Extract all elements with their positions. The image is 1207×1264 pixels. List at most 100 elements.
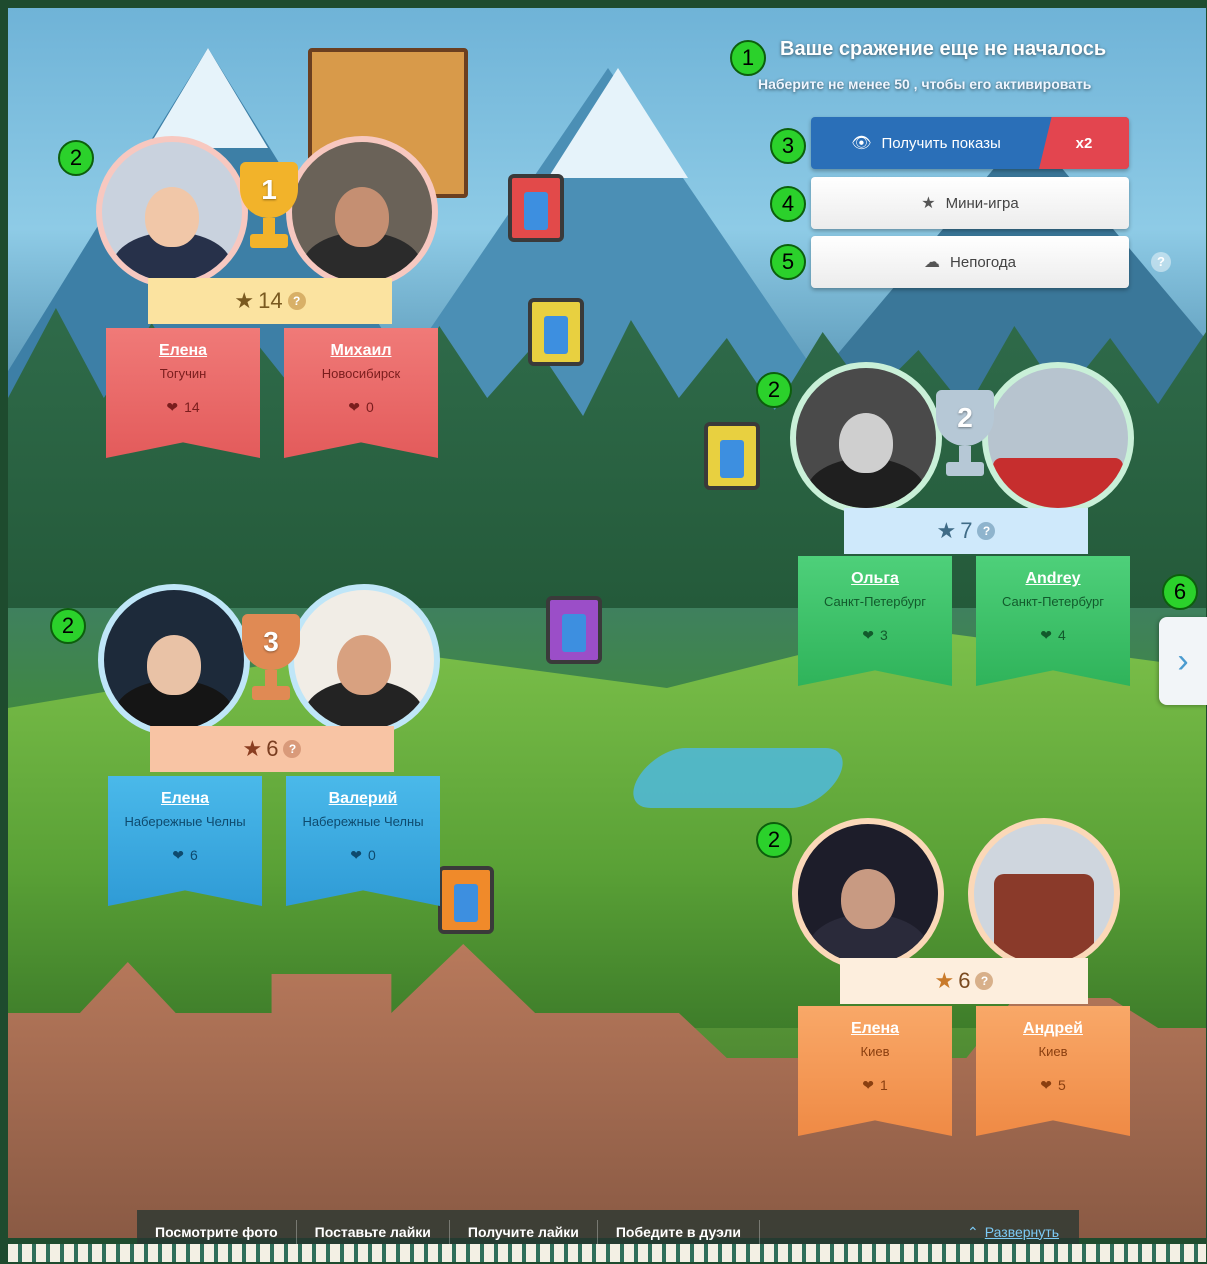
place-number: 1 [240, 162, 298, 218]
help-icon[interactable]: ? [283, 740, 302, 758]
player-city: Киев [860, 1044, 890, 1059]
player-likes: ❤ 4 [976, 627, 1130, 644]
likes-count: 0 [365, 399, 374, 415]
decorative-border [8, 1244, 1206, 1262]
heart-icon: ❤ [1040, 1077, 1052, 1093]
heart-icon: ❤ [172, 847, 184, 863]
cloud-icon: ☁ [924, 254, 941, 271]
place-number: 2 [936, 390, 994, 446]
player-likes: ❤ 5 [976, 1077, 1130, 1094]
star-icon: ★ [242, 736, 263, 761]
trophy-icon: 2 [926, 390, 1004, 480]
player-name-link[interactable]: Елена [798, 1020, 952, 1038]
funicular-car [438, 866, 494, 934]
player-name-link[interactable]: Валерий [286, 790, 440, 808]
player-banner: Елена Тогучин ❤ 14 [106, 328, 260, 458]
player-name-link[interactable]: Andrey [976, 570, 1130, 588]
step-tab[interactable]: Получите лайки [450, 1220, 598, 1244]
player-likes: ❤ 1 [798, 1077, 952, 1094]
player-city: Новосибирск [321, 366, 401, 381]
score-value: 14 [258, 288, 283, 313]
player-name-link[interactable]: Михаил [284, 342, 438, 360]
step-tab[interactable]: Посмотрите фото [137, 1220, 297, 1244]
cable-car-cabin [528, 298, 584, 366]
trophy-icon: 3 [232, 614, 310, 704]
avatar[interactable] [288, 584, 440, 736]
photo-face [337, 634, 391, 695]
player-city: Набережные Челны [302, 814, 424, 829]
avatar[interactable] [790, 362, 942, 514]
duel-card-3: 3 ★ 6 ? Елена Набережные Челны ❤ 6 Валери… [98, 584, 446, 914]
avatar[interactable] [982, 362, 1134, 514]
trophy-base [250, 234, 288, 248]
place-number: 3 [242, 614, 300, 670]
annotation-marker: 2 [58, 140, 94, 176]
photo-face [147, 634, 201, 695]
battle-status-title: Ваше сражение еще не началось [780, 38, 1107, 60]
help-icon[interactable]: ? [975, 972, 994, 990]
photo-face [841, 868, 895, 929]
avatar[interactable] [98, 584, 250, 736]
likes-count: 14 [184, 399, 200, 415]
help-icon[interactable]: ? [977, 522, 996, 540]
player-city: Санкт-Петербург [824, 594, 926, 609]
player-banner: Елена Киев ❤ 1 [798, 1006, 952, 1136]
photo-face [839, 412, 893, 473]
chevron-up-icon: ⌃ [967, 1223, 979, 1240]
annotation-marker: 6 [1162, 574, 1198, 610]
get-views-button[interactable]: 👁 Получить показы x2 [811, 117, 1129, 169]
avatar[interactable] [286, 136, 438, 288]
annotation-marker: 1 [730, 40, 766, 76]
player-likes: ❤ 0 [284, 399, 438, 416]
heart-icon: ❤ [350, 847, 362, 863]
expand-link[interactable]: ⌃ Развернуть [967, 1224, 1059, 1241]
player-banner: Елена Набережные Челны ❤ 6 [108, 776, 262, 906]
help-icon[interactable]: ? [287, 292, 306, 310]
star-icon: ★ [921, 195, 936, 212]
likes-count: 6 [189, 847, 198, 863]
player-banner: Михаил Новосибирск ❤ 0 [284, 328, 438, 458]
avatar[interactable] [96, 136, 248, 288]
chevron-right-icon: › [1177, 641, 1189, 680]
player-name-link[interactable]: Елена [106, 342, 260, 360]
player-likes: ❤ 0 [286, 847, 440, 864]
multiplier-badge: x2 [1039, 117, 1129, 169]
annotation-marker: 3 [770, 128, 806, 164]
heart-icon: ❤ [1040, 627, 1052, 643]
help-icon[interactable]: ? [1151, 252, 1171, 272]
battle-status-subtitle: Наберите не менее 50 , чтобы его активир… [758, 76, 1092, 92]
player-name-link[interactable]: Ольга [798, 570, 952, 588]
cable-car-cabin [704, 422, 760, 490]
player-banner: Валерий Набережные Челны ❤ 0 [286, 776, 440, 906]
duel-card-2: 2 ★ 7 ? Ольга Санкт-Петербург ❤ 3 Andrey … [790, 362, 1140, 692]
player-banner: Андрей Киев ❤ 5 [976, 1006, 1130, 1136]
player-name-link[interactable]: Андрей [976, 1020, 1130, 1038]
photo-cathedral [994, 874, 1094, 964]
heart-icon: ❤ [862, 1077, 874, 1093]
player-banner: Ольга Санкт-Петербург ❤ 3 [798, 556, 952, 686]
star-icon: ★ [234, 288, 255, 313]
player-likes: ❤ 6 [108, 847, 262, 864]
trophy-base [946, 462, 984, 476]
weather-label: Непогода [950, 253, 1016, 271]
player-city: Тогучин [159, 366, 207, 381]
next-page-button[interactable]: › [1159, 617, 1207, 705]
avatar[interactable] [968, 818, 1120, 970]
avatar[interactable] [792, 818, 944, 970]
score-ribbon: ★ 14 ? [148, 278, 392, 324]
star-icon: ★ [936, 518, 957, 543]
likes-count: 5 [1057, 1077, 1066, 1093]
score-ribbon: ★ 6 ? [150, 726, 394, 772]
heart-icon: ❤ [348, 399, 360, 415]
annotation-marker: 2 [756, 372, 792, 408]
cable-car-cabin [508, 174, 564, 242]
step-tab[interactable]: Поставьте лайки [297, 1220, 450, 1244]
get-views-label: Получить показы [881, 134, 1001, 152]
photo-truck [993, 458, 1123, 508]
weather-button[interactable]: ☁ Непогода [811, 236, 1129, 288]
snow-cap [148, 48, 268, 148]
player-name-link[interactable]: Елена [108, 790, 262, 808]
step-tab[interactable]: Победите в дуэли [598, 1220, 760, 1244]
eye-icon: 👁 [851, 135, 872, 152]
mini-game-button[interactable]: ★ Мини-игра [811, 177, 1129, 229]
